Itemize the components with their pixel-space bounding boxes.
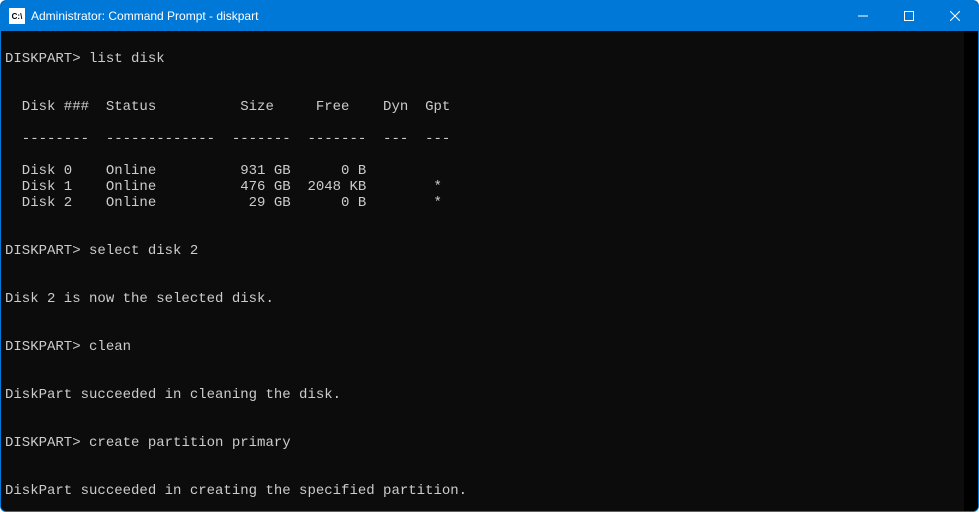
prompt-line: DISKPART> clean — [5, 339, 958, 355]
prompt: DISKPART> — [5, 51, 81, 67]
maximize-icon — [904, 11, 914, 21]
minimize-icon — [858, 11, 868, 21]
minimize-button[interactable] — [840, 1, 886, 31]
prompt-line: DISKPART> create partition primary — [5, 435, 958, 451]
command: list disk — [89, 51, 165, 67]
prompt: DISKPART> — [5, 243, 81, 259]
table-row: Disk 2 Online 29 GB 0 B * — [5, 195, 958, 211]
prompt: DISKPART> — [5, 339, 81, 355]
disk-table-body: Disk 0 Online 931 GB 0 B Disk 1 Online 4… — [5, 163, 958, 211]
command: select disk 2 — [89, 243, 198, 259]
titlebar[interactable]: C:\ Administrator: Command Prompt - disk… — [1, 1, 978, 31]
prompt-line: DISKPART> list disk — [5, 51, 958, 67]
message-partitioned: DiskPart succeeded in creating the speci… — [5, 483, 958, 499]
window-title: Administrator: Command Prompt - diskpart — [31, 9, 840, 23]
close-button[interactable] — [932, 1, 978, 31]
prompt: DISKPART> — [5, 435, 81, 451]
table-row: Disk 0 Online 931 GB 0 B — [5, 163, 958, 179]
disk-table-rules: -------- ------------- ------- ------- -… — [5, 131, 958, 147]
maximize-button[interactable] — [886, 1, 932, 31]
message-selected: Disk 2 is now the selected disk. — [5, 291, 958, 307]
table-row: Disk 1 Online 476 GB 2048 KB * — [5, 179, 958, 195]
message-cleaned: DiskPart succeeded in cleaning the disk. — [5, 387, 958, 403]
window-controls — [840, 1, 978, 31]
command: create partition primary — [89, 435, 291, 451]
command-prompt-window: C:\ Administrator: Command Prompt - disk… — [0, 0, 979, 512]
command: clean — [89, 339, 131, 355]
cmd-icon: C:\ — [9, 8, 25, 24]
disk-table-header: Disk ### Status Size Free Dyn Gpt — [5, 99, 958, 115]
close-icon — [950, 11, 960, 21]
terminal-output[interactable]: DISKPART> list disk Disk ### Status Size… — [1, 31, 978, 511]
prompt-line: DISKPART> select disk 2 — [5, 243, 958, 259]
